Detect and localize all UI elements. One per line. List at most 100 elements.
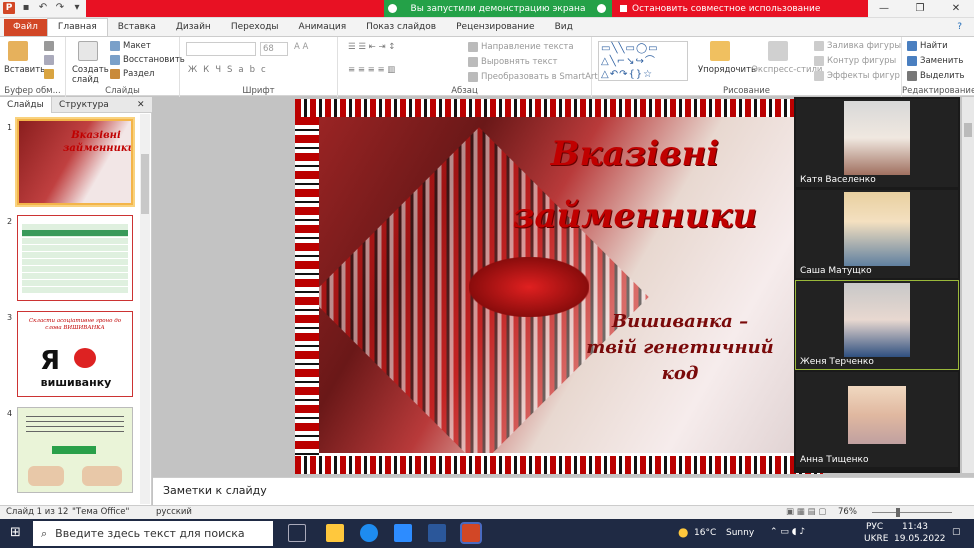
save-icon[interactable]: ▪ [20, 2, 32, 14]
layout-button[interactable]: Макет [123, 41, 151, 51]
group-label-editing: Редактирование [902, 86, 974, 96]
tab-animations[interactable]: Анимация [289, 19, 357, 36]
font-format-buttons[interactable]: ЖКЧSabc [188, 65, 272, 75]
new-slide-button[interactable]: Создать слайд [72, 65, 109, 85]
participant-tile[interactable]: Катя Васеленко [796, 99, 958, 187]
minimize-icon[interactable]: — [866, 0, 902, 17]
reset-button[interactable]: Восстановить [123, 55, 185, 65]
align-text-icon [468, 57, 478, 67]
keyboard-layout[interactable]: UKRE [864, 534, 888, 544]
copy-icon[interactable] [44, 55, 54, 65]
weather-description[interactable]: Sunny [726, 528, 754, 538]
smartart-button[interactable]: Преобразовать в SmartArt [481, 72, 598, 82]
tab-insert[interactable]: Вставка [108, 19, 166, 36]
zoom-level[interactable]: 76% [838, 507, 857, 517]
file-explorer-icon[interactable] [326, 524, 344, 542]
font-family-select[interactable] [186, 42, 256, 56]
tab-design[interactable]: Дизайн [166, 19, 221, 36]
close-icon[interactable]: ✕ [938, 0, 974, 17]
ornament-border-left [295, 117, 319, 456]
tab-transitions[interactable]: Переходы [221, 19, 289, 36]
new-slide-icon[interactable] [78, 41, 98, 61]
slide-thumbnail-3[interactable]: Скласти асоціативне гроно до слова ВИШИВ… [17, 311, 133, 397]
stop-share-button[interactable]: Остановить совместное использование [614, 0, 826, 17]
tab-view[interactable]: Вид [545, 19, 583, 36]
slide-title[interactable]: Вказівні займенники [495, 123, 775, 247]
slide-thumbnail-1[interactable]: Вказівні займенники [17, 119, 133, 205]
font-size-select[interactable]: 68 [260, 42, 288, 56]
input-language[interactable]: РУС [866, 522, 883, 532]
participant-video [844, 192, 910, 266]
shape-effects-button[interactable]: Эффекты фигур [827, 71, 900, 81]
grow-font-icon[interactable]: A A [294, 42, 308, 52]
reset-icon [110, 55, 120, 65]
pane-scrollbar[interactable] [140, 114, 150, 504]
powerpoint-taskbar-icon[interactable] [460, 522, 482, 544]
slide-thumbnail-2[interactable] [17, 215, 133, 301]
slide-canvas[interactable]: Вказівні займенники Вишиванка – твій ген… [295, 99, 823, 474]
participant-tile[interactable]: Саша Матущко [796, 190, 958, 278]
format-painter-icon[interactable] [44, 69, 54, 79]
tray-icons[interactable]: ⌃ ▭ ◖ ♪ [770, 527, 805, 537]
replace-button[interactable]: Заменить [920, 56, 963, 66]
tab-home[interactable]: Главная [46, 18, 108, 36]
view-buttons[interactable]: ▣ ▦ ▤ ▢ [786, 507, 826, 517]
shape-fill-icon [814, 41, 824, 51]
clock-time[interactable]: 11:43 [902, 522, 928, 532]
select-button[interactable]: Выделить [920, 71, 965, 81]
slide-subtitle[interactable]: Вишиванка – твій генетичний код [565, 309, 795, 387]
undo-icon[interactable]: ↶ [37, 2, 49, 14]
paste-button[interactable]: Вставить [4, 65, 45, 75]
align-text-button[interactable]: Выровнять текст [481, 57, 557, 67]
tab-slideshow[interactable]: Показ слайдов [356, 19, 446, 36]
layout-icon [110, 41, 120, 51]
cut-icon[interactable] [44, 41, 54, 51]
participant-tile[interactable]: Анна Тищенко [796, 372, 958, 467]
browser-icon[interactable] [360, 524, 378, 542]
zoom-slider-thumb[interactable] [896, 508, 900, 517]
participant-tile-speaking[interactable]: Женя Терченко [795, 280, 959, 370]
zoom-app-icon[interactable] [394, 524, 412, 542]
participant-video [844, 101, 910, 175]
shape-outline-button[interactable]: Контур фигуры [827, 56, 896, 66]
word-icon[interactable] [428, 524, 446, 542]
start-icon[interactable]: ⊞ [10, 525, 21, 540]
align-buttons[interactable]: ≡ ≡ ≡ ≡ ▥ [348, 65, 395, 75]
quick-styles-icon[interactable] [768, 41, 788, 61]
ornament-border-top [295, 99, 823, 117]
pane-scroll-thumb[interactable] [141, 154, 149, 214]
paste-icon[interactable] [8, 41, 28, 61]
weather-temperature[interactable]: 16°C [694, 528, 716, 538]
help-icon[interactable]: ? [957, 19, 962, 36]
share-status-icon [388, 4, 397, 13]
zoom-slider[interactable] [872, 512, 952, 513]
tab-review[interactable]: Рецензирование [446, 19, 544, 36]
find-button[interactable]: Найти [920, 41, 948, 51]
section-button[interactable]: Раздел [123, 69, 154, 79]
editor-scrollbar[interactable] [962, 97, 974, 473]
group-label-font: Шрифт [242, 86, 275, 96]
slide-thumbnail-4[interactable] [17, 407, 133, 493]
editor-scroll-thumb[interactable] [964, 123, 972, 137]
taskbar-search[interactable]: ⌕ Введите здесь текст для поиска [33, 521, 273, 546]
tab-slides[interactable]: Слайды [0, 97, 52, 113]
notifications-icon[interactable]: ▢ [952, 527, 961, 537]
shape-fill-button[interactable]: Заливка фигуры [827, 41, 901, 51]
slide-counter: Слайд 1 из 12 [6, 507, 69, 517]
customize-qat-icon[interactable]: ▾ [71, 2, 83, 14]
clock-date[interactable]: 19.05.2022 [894, 534, 946, 544]
close-icon[interactable]: ✕ [134, 97, 148, 113]
restore-icon[interactable]: ❐ [902, 0, 938, 17]
quick-styles-button[interactable]: Экспресс-стили [752, 65, 822, 75]
list-buttons[interactable]: ☰ ☰ ⇤ ⇥ ↕ [348, 42, 395, 52]
tab-file[interactable]: Файл [4, 19, 47, 36]
tab-outline[interactable]: Структура [52, 97, 116, 113]
arrange-icon[interactable] [710, 41, 730, 61]
redo-icon[interactable]: ↷ [54, 2, 66, 14]
shapes-gallery[interactable]: ▭╲╲▭◯▭ △╲⌐↘↪⌒ △↶↷{}☆ [598, 41, 688, 81]
text-direction-button[interactable]: Направление текста [481, 42, 574, 52]
arrange-button[interactable]: Упорядочить [698, 65, 756, 75]
notes-pane[interactable]: Заметки к слайду [153, 477, 974, 505]
task-view-icon[interactable] [288, 524, 306, 542]
language-indicator[interactable]: русский [156, 507, 192, 517]
